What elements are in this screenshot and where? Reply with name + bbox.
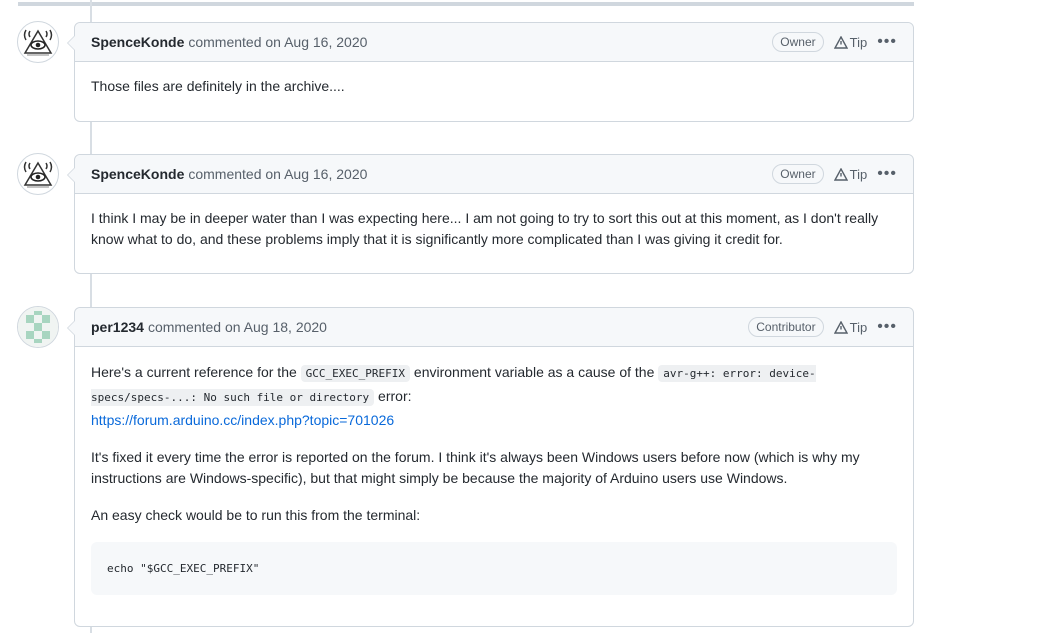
comment-header: SpenceKonde commented on Aug 16, 2020 Ow… [75,155,913,194]
comment-date[interactable]: Aug 16, 2020 [284,166,367,182]
comment-body: I think I may be in deeper water than I … [75,194,913,266]
comment-card: per1234 commented on Aug 18, 2020 Contri… [67,307,914,627]
avatar[interactable] [17,21,59,63]
comment-meta: commented on Aug 16, 2020 [188,166,367,182]
eye-pyramid-avatar-icon [23,161,53,188]
owner-badge: Owner [772,164,824,184]
comment-author[interactable]: per1234 [91,319,144,335]
tip-label: Tip [849,319,868,335]
warning-icon [833,35,848,49]
comment-body: Those files are definitely in the archiv… [75,62,913,113]
comment-action: commented on [188,166,281,182]
identicon-avatar-icon [18,307,58,347]
kebab-menu-icon[interactable]: ••• [877,319,897,335]
inline-code: GCC_EXEC_PREFIX [300,365,411,382]
comment-date[interactable]: Aug 18, 2020 [244,319,327,335]
contributor-badge: Contributor [748,317,824,337]
warning-icon [833,320,848,334]
comment-body: Here's a current reference for the GCC_E… [75,347,913,611]
tip-button[interactable]: Tip [833,319,868,335]
comment-date[interactable]: Aug 16, 2020 [284,34,367,50]
kebab-menu-icon[interactable]: ••• [877,166,897,182]
kebab-menu-icon[interactable]: ••• [877,34,897,50]
avatar[interactable] [17,306,59,348]
comment-author[interactable]: SpenceKonde [91,166,184,182]
comment-meta: commented on Aug 16, 2020 [188,34,367,50]
warning-icon [833,167,848,181]
tip-label: Tip [849,34,868,50]
comment-paragraph: An easy check would be to run this from … [91,507,421,523]
tip-button[interactable]: Tip [833,34,868,50]
comment-header: SpenceKonde commented on Aug 16, 2020 Ow… [75,23,913,62]
tip-label: Tip [849,166,868,182]
comment-author[interactable]: SpenceKonde [91,34,184,50]
comment-action: commented on [147,319,241,335]
owner-badge: Owner [772,32,824,52]
comment-meta: commented on Aug 18, 2020 [148,319,327,335]
paragraph-text: error: [374,388,412,404]
eye-pyramid-avatar-icon [23,29,53,56]
comment-header: per1234 commented on Aug 18, 2020 Contri… [75,308,913,347]
comment-paragraph: It's fixed it every time the error is re… [91,449,860,486]
comment-card: SpenceKonde commented on Aug 16, 2020 Ow… [67,154,914,274]
comment-text: I think I may be in deeper water than I … [91,210,879,247]
tip-button[interactable]: Tip [833,166,868,182]
comment-card: SpenceKonde commented on Aug 16, 2020 Ow… [67,22,914,122]
previous-comment-border [18,2,914,6]
forum-link[interactable]: https://forum.arduino.cc/index.php?topic… [91,412,394,428]
code-block: echo "$GCC_EXEC_PREFIX" [91,542,897,595]
paragraph-text: environment variable as a cause of the [410,364,659,380]
comment-text: Those files are definitely in the archiv… [91,78,345,94]
paragraph-text: Here's a current reference for the [91,364,301,380]
avatar[interactable] [17,153,59,195]
comment-action: commented on [188,34,281,50]
comment-paragraph: Here's a current reference for the GCC_E… [91,361,897,431]
